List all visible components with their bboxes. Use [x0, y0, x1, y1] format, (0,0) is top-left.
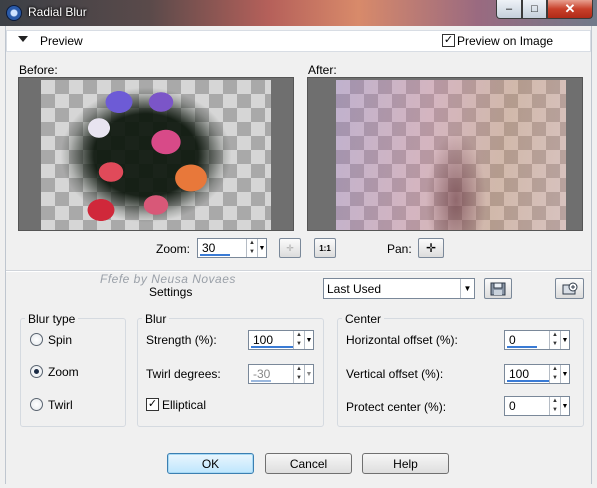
- chevron-down-icon[interactable]: ▼: [560, 397, 569, 415]
- minimize-button[interactable]: –: [496, 0, 522, 19]
- preview-on-image-label: Preview on Image: [457, 34, 554, 48]
- strength-label: Strength (%):: [146, 333, 217, 347]
- chevron-down-icon[interactable]: ▼: [304, 331, 313, 349]
- maximize-button[interactable]: □: [522, 0, 547, 19]
- vertical-offset-label: Vertical offset (%):: [346, 367, 444, 381]
- chevron-down-icon[interactable]: ▼: [304, 365, 313, 383]
- horizontal-offset-spinbox[interactable]: 0 ▲ ▼ ▼: [504, 330, 570, 350]
- spin-arrows-icon[interactable]: ▲ ▼: [549, 397, 560, 415]
- ok-button[interactable]: OK: [167, 453, 254, 474]
- radio-spin[interactable]: [30, 333, 43, 346]
- divider: [6, 270, 591, 272]
- protect-center-value[interactable]: 0: [505, 399, 549, 413]
- pan-button[interactable]: ✛: [418, 238, 444, 258]
- horizontal-offset-label: Horizontal offset (%):: [346, 333, 458, 347]
- center-title: Center: [342, 312, 385, 326]
- settings-label: Settings: [149, 285, 193, 299]
- window-title: Radial Blur: [28, 5, 87, 19]
- spin-arrows-icon[interactable]: ▲ ▼: [293, 365, 304, 383]
- checkmark-icon: ✓: [147, 398, 158, 410]
- after-label: After:: [308, 63, 337, 77]
- app-icon: [6, 5, 22, 21]
- radio-twirl-label[interactable]: Twirl: [48, 398, 73, 412]
- chevron-down-icon[interactable]: ▼: [460, 279, 474, 298]
- checkmark-icon: ✓: [443, 34, 454, 46]
- zoom-spinbox[interactable]: 30 ▲ ▼ ▼: [197, 238, 267, 258]
- zoom-label: Zoom:: [156, 242, 191, 256]
- strength-spinbox[interactable]: 100 ▲ ▼ ▼: [248, 330, 314, 350]
- spin-arrows-icon[interactable]: ▲ ▼: [549, 365, 560, 383]
- chevron-down-icon[interactable]: ▼: [560, 365, 569, 383]
- elliptical-checkbox[interactable]: ✓: [146, 398, 159, 411]
- zoom-fit-button[interactable]: ✛: [279, 238, 301, 258]
- close-button[interactable]: ✕: [547, 0, 593, 19]
- chevron-down-icon[interactable]: ▼: [560, 331, 569, 349]
- radio-zoom-label[interactable]: Zoom: [48, 365, 79, 379]
- preview-on-image-checkbox[interactable]: ✓: [442, 34, 455, 47]
- elliptical-label[interactable]: Elliptical: [162, 398, 206, 412]
- zoom-level-bar: [200, 254, 230, 256]
- preset-options-button[interactable]: [555, 278, 584, 299]
- radio-twirl[interactable]: [30, 398, 43, 411]
- rose-bouquet-image: [41, 80, 271, 230]
- vertical-offset-value[interactable]: 100: [505, 367, 549, 381]
- preset-select[interactable]: Last Used ▼: [323, 278, 475, 299]
- zoom-1to1-button[interactable]: 1:1: [314, 238, 336, 258]
- twirl-degrees-label: Twirl degrees:: [146, 367, 221, 381]
- vertical-offset-spinbox[interactable]: 100 ▲ ▼ ▼: [504, 364, 570, 384]
- before-label: Before:: [19, 63, 58, 77]
- pan-label: Pan:: [387, 242, 412, 256]
- protect-center-label: Protect center (%):: [346, 400, 447, 414]
- spin-arrows-icon[interactable]: ▲ ▼: [293, 331, 304, 349]
- save-preset-button[interactable]: [484, 278, 512, 299]
- twirl-degrees-value[interactable]: -30: [249, 367, 293, 381]
- horizontal-offset-value[interactable]: 0: [505, 333, 549, 347]
- blur-type-title: Blur type: [25, 312, 79, 326]
- horizontal-offset-level-bar: [507, 346, 537, 348]
- preset-value: Last Used: [327, 281, 382, 296]
- preset-manager-icon: [562, 282, 577, 294]
- zoom-value[interactable]: 30: [198, 241, 246, 255]
- radial-blur-result-image: [336, 80, 566, 230]
- radio-zoom[interactable]: [30, 365, 43, 378]
- after-preview: [307, 77, 583, 231]
- blur-title: Blur: [142, 312, 170, 326]
- spin-arrows-icon[interactable]: ▲ ▼: [246, 239, 257, 257]
- chevron-down-icon[interactable]: ▼: [257, 239, 266, 257]
- radio-spin-label[interactable]: Spin: [48, 333, 72, 347]
- floppy-disk-icon: [490, 282, 506, 295]
- vertical-offset-level-bar: [507, 380, 549, 382]
- radio-selected-dot: [34, 369, 39, 374]
- cancel-button[interactable]: Cancel: [265, 453, 352, 474]
- strength-value[interactable]: 100: [249, 333, 293, 347]
- before-preview[interactable]: [18, 77, 294, 231]
- twirl-level-bar: [251, 380, 271, 382]
- watermark-text: Ffefe by Neusa Novaes: [100, 272, 236, 286]
- collapse-triangle-icon[interactable]: [18, 36, 28, 42]
- protect-center-spinbox[interactable]: 0 ▲ ▼ ▼: [504, 396, 570, 416]
- preview-label: Preview: [40, 34, 83, 48]
- spin-arrows-icon[interactable]: ▲ ▼: [549, 331, 560, 349]
- help-button[interactable]: Help: [362, 453, 449, 474]
- twirl-degrees-spinbox[interactable]: -30 ▲ ▼ ▼: [248, 364, 314, 384]
- strength-level-bar: [251, 346, 293, 348]
